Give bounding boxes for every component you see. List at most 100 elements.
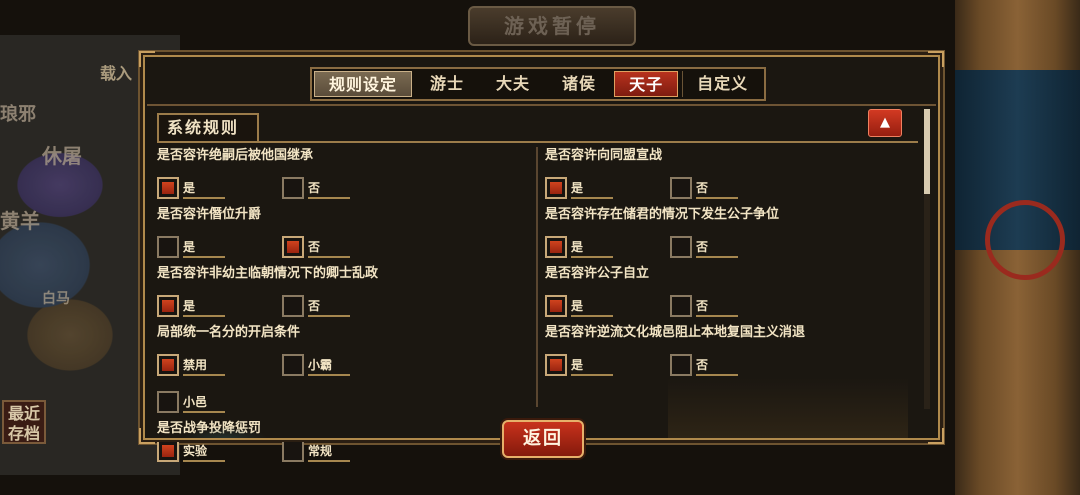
collapse-icon[interactable]: ▲ — [868, 109, 902, 137]
checkbox[interactable] — [157, 236, 179, 258]
option-label: 小霸 — [308, 356, 350, 376]
checkbox[interactable] — [157, 295, 179, 317]
option-no[interactable]: 否 — [670, 236, 795, 258]
option-yes[interactable]: 是 — [545, 295, 670, 317]
checkbox[interactable] — [282, 295, 304, 317]
divider — [157, 141, 918, 143]
scrollbar-thumb[interactable] — [924, 109, 930, 194]
map-label: 黄羊 — [0, 209, 40, 233]
option-no[interactable]: 否 — [670, 295, 795, 317]
tab-custom[interactable]: 自定义 — [682, 71, 762, 97]
corner-ornament — [928, 428, 944, 444]
option-label: 否 — [696, 297, 738, 317]
checkbox[interactable] — [282, 354, 304, 376]
checkbox[interactable] — [157, 354, 179, 376]
section-title: 系统规则 — [157, 113, 259, 143]
option-label: 是 — [183, 179, 225, 199]
right-rules-column: 是否容许向同盟宣战 是 否 是否容许存在储君的情况下发生公子争位 是 否 是否容… — [545, 147, 915, 383]
decorative-clouds — [165, 408, 285, 438]
option-no[interactable]: 否 — [282, 177, 407, 199]
option-label: 否 — [308, 179, 350, 199]
option-yes[interactable]: 是 — [157, 236, 282, 258]
option-yes[interactable]: 是 — [545, 236, 670, 258]
option-label: 是 — [571, 297, 613, 317]
decorative-scroll — [955, 0, 1080, 495]
option-no[interactable]: 否 — [282, 236, 407, 258]
rope-knot-icon — [985, 200, 1065, 280]
checkbox[interactable] — [670, 177, 692, 199]
load-button: 载入 — [100, 64, 133, 83]
checkbox[interactable] — [157, 442, 179, 462]
map-label: 琅邪 — [0, 104, 36, 125]
option-label: 是 — [571, 238, 613, 258]
rule-item: 局部统一名分的开启条件 禁用 小霸 小邑 — [157, 324, 527, 413]
recent-save-button: 最近 存档 — [2, 400, 46, 444]
option-yes[interactable]: 是 — [157, 177, 282, 199]
corner-ornament — [928, 51, 944, 67]
option-disable[interactable]: 禁用 — [157, 354, 282, 376]
option-label: 是 — [183, 238, 225, 258]
map-label: 休屠 — [42, 144, 82, 168]
map-label: 白马 — [42, 291, 70, 307]
option-yes[interactable]: 是 — [545, 354, 670, 376]
checkbox[interactable] — [670, 354, 692, 376]
option-yes[interactable]: 是 — [157, 295, 282, 317]
rule-item: 是否容许逆流文化城邑阻止本地复国主义消退 是 否 — [545, 324, 915, 376]
option-experimental[interactable]: 实验 — [157, 442, 282, 462]
option-label: 是 — [571, 356, 613, 376]
rule-question: 是否容许逆流文化城邑阻止本地复国主义消退 — [545, 325, 806, 340]
checkbox[interactable] — [282, 236, 304, 258]
checkbox[interactable] — [545, 354, 567, 376]
rule-question: 局部统一名分的开启条件 — [157, 325, 301, 340]
rule-question: 是否容许绝嗣后被他国继承 — [157, 148, 314, 163]
checkbox[interactable] — [282, 442, 304, 462]
back-button[interactable]: 返回 — [502, 420, 584, 458]
option-no[interactable]: 否 — [670, 354, 795, 376]
decorative-palace — [668, 378, 908, 438]
corner-ornament — [139, 428, 155, 444]
rule-question: 是否容许存在储君的情况下发生公子争位 — [545, 207, 780, 222]
tab-tianzi[interactable]: 天子 — [614, 71, 679, 97]
option-label: 常规 — [308, 442, 350, 462]
option-label: 是 — [571, 179, 613, 199]
option-label: 否 — [696, 356, 738, 376]
column-divider — [536, 147, 538, 407]
rule-item: 是否容许存在储君的情况下发生公子争位 是 否 — [545, 206, 915, 258]
corner-ornament — [139, 51, 155, 67]
option-label: 否 — [308, 238, 350, 258]
rule-item: 是否容许非幼主临朝情况下的卿士乱政 是 否 — [157, 265, 527, 317]
rule-item: 是否容许向同盟宣战 是 否 — [545, 147, 915, 199]
checkbox[interactable] — [545, 236, 567, 258]
rule-item: 是否容许绝嗣后被他国继承 是 否 — [157, 147, 527, 199]
tab-rules-settings[interactable]: 规则设定 — [314, 71, 413, 97]
option-no[interactable]: 否 — [282, 295, 407, 317]
checkbox[interactable] — [545, 177, 567, 199]
option-label: 否 — [696, 179, 738, 199]
tab-dafu[interactable]: 大夫 — [482, 71, 544, 97]
rules-dialog: 规则设定 游士 大夫 诸侯 天子 自定义 系统规则 ▲ 是否容许绝嗣后被他国继承… — [139, 51, 944, 462]
pause-banner: 游戏暂停 — [468, 6, 636, 46]
rule-question: 是否容许非幼主临朝情况下的卿士乱政 — [157, 266, 379, 281]
tab-zhuhou[interactable]: 诸侯 — [548, 71, 610, 97]
rule-item: 是否容许僭位升爵 是 否 — [157, 206, 527, 258]
option-label: 是 — [183, 297, 225, 317]
checkbox[interactable] — [282, 177, 304, 199]
rule-question: 是否容许僭位升爵 — [157, 207, 262, 222]
option-regular[interactable]: 常规 — [282, 442, 407, 462]
rule-question: 是否容许向同盟宣战 — [545, 148, 663, 163]
tab-bar: 规则设定 游士 大夫 诸侯 天子 自定义 — [310, 67, 767, 101]
checkbox[interactable] — [670, 295, 692, 317]
option-label: 否 — [308, 297, 350, 317]
rule-question: 是否容许公子自立 — [545, 266, 650, 281]
option-label: 实验 — [183, 442, 225, 462]
option-yes[interactable]: 是 — [545, 177, 670, 199]
rule-item: 是否容许公子自立 是 否 — [545, 265, 915, 317]
tab-youshi[interactable]: 游士 — [416, 71, 478, 97]
divider — [147, 104, 936, 106]
option-label: 否 — [696, 238, 738, 258]
option-no[interactable]: 否 — [670, 177, 795, 199]
checkbox[interactable] — [157, 177, 179, 199]
option-small-hegemon[interactable]: 小霸 — [282, 354, 407, 376]
checkbox[interactable] — [670, 236, 692, 258]
checkbox[interactable] — [545, 295, 567, 317]
